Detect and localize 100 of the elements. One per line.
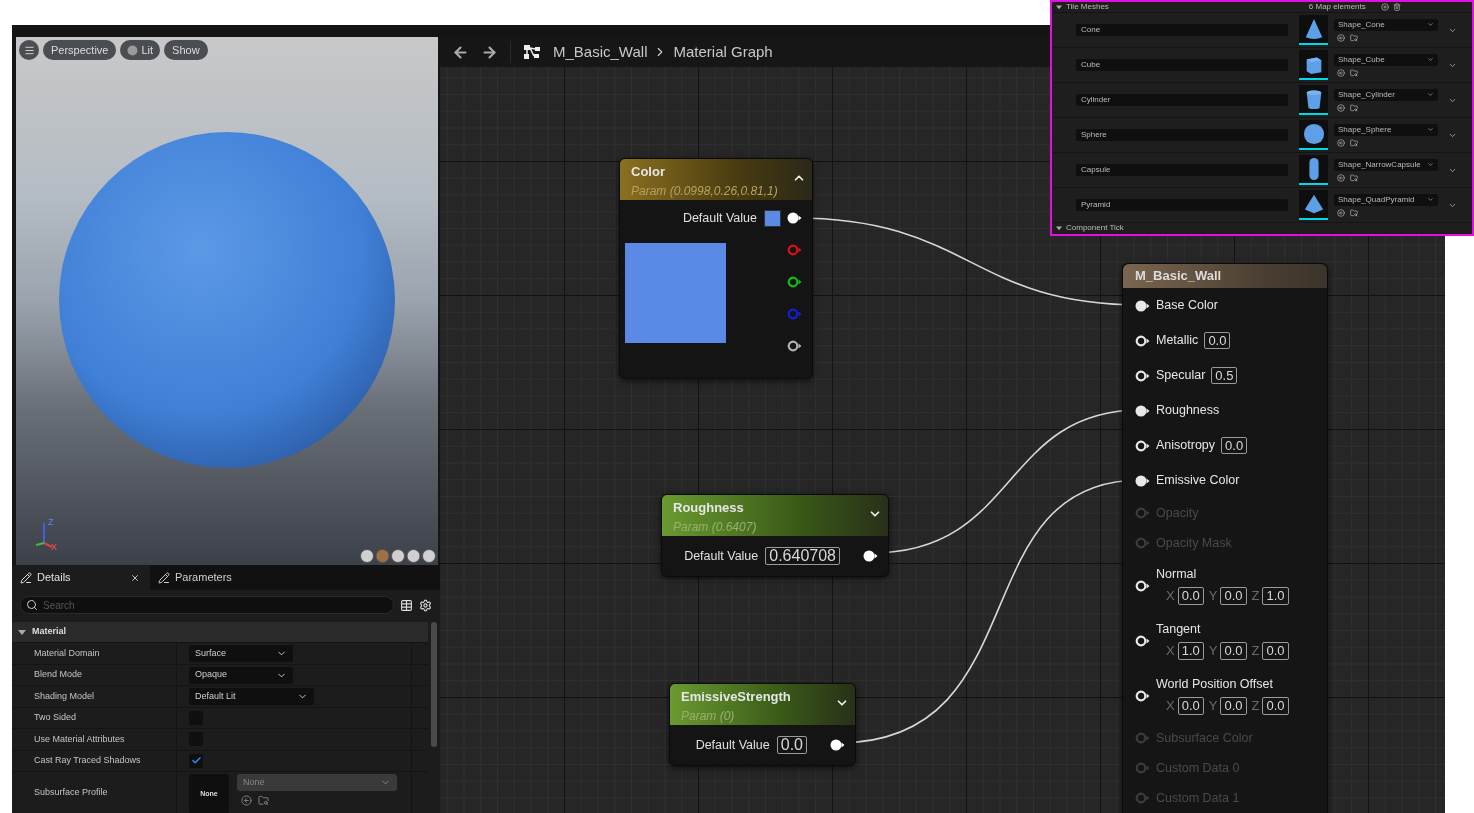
value-field[interactable]: 0.0	[776, 736, 807, 754]
menu-button[interactable]	[19, 40, 39, 60]
pin-icon[interactable]	[863, 550, 878, 562]
browse-folder-icon[interactable]	[1350, 68, 1358, 77]
browse-folder-icon[interactable]	[1350, 33, 1358, 42]
input-label: Specular	[1156, 367, 1206, 385]
asset-dropdown[interactable]: Shape_Cone	[1334, 18, 1438, 31]
scrollbar[interactable]	[431, 622, 437, 747]
key-field[interactable]: Cube	[1076, 59, 1288, 71]
shading-balls-icon[interactable]	[360, 549, 436, 563]
dropdown[interactable]: Opaque	[189, 666, 293, 684]
property-label: Material Domain	[34, 646, 100, 660]
checkbox[interactable]	[189, 753, 203, 768]
value-field[interactable]: 1.0	[1262, 586, 1289, 605]
dropdown-value: Surface	[195, 646, 227, 660]
pin-icon[interactable]	[1135, 439, 1150, 452]
parameter-node[interactable]: Roughness Param (0.6407) Default Value 0.640708	[661, 494, 889, 577]
asset-dropdown[interactable]: Shape_Sphere	[1334, 123, 1438, 136]
dropdown[interactable]: Default Lit	[189, 687, 314, 705]
asset-dropdown[interactable]: Shape_QuadPyramid	[1334, 193, 1438, 206]
color-swatch[interactable]	[764, 209, 781, 227]
pin-icon[interactable]	[1135, 689, 1150, 702]
value-field[interactable]: 0.0	[1177, 696, 1204, 715]
use-selected-icon[interactable]	[1337, 208, 1345, 217]
parameter-node[interactable]: Color Param (0.0998,0.26,0.81,1) Default Value	[619, 158, 813, 379]
asset-name: Shape_NarrowCapsule	[1338, 158, 1421, 171]
pin-icon[interactable]	[1135, 474, 1150, 487]
use-selected-icon[interactable]	[1337, 173, 1345, 182]
key-field[interactable]: Pyramid	[1076, 199, 1288, 211]
parameter-node[interactable]: EmissiveStrength Param (0) Default Value 0.0	[669, 683, 856, 766]
close-icon[interactable]	[130, 572, 140, 583]
value-field[interactable]: 0.5	[1211, 366, 1238, 384]
asset-name: Shape_Cylinder	[1338, 88, 1395, 101]
pin-icon[interactable]	[787, 340, 802, 352]
value-field[interactable]: 0.0	[1220, 586, 1247, 605]
browse-folder-icon[interactable]	[1350, 103, 1358, 112]
use-selected-icon[interactable]	[241, 794, 252, 806]
key-field[interactable]: Cone	[1076, 24, 1288, 36]
breadcrumb-item[interactable]: M_Basic_Wall	[553, 40, 648, 64]
delete-icon[interactable]	[1392, 3, 1401, 11]
value-field[interactable]: 0.0	[1220, 641, 1247, 660]
pin-icon[interactable]	[1135, 634, 1150, 647]
graph-canvas[interactable]	[440, 37, 1445, 813]
browse-folder-icon[interactable]	[1350, 138, 1358, 147]
panel-tab[interactable]: Details	[12, 565, 150, 590]
value-field[interactable]: 0.0	[1220, 696, 1247, 715]
asset-dropdown[interactable]: Shape_NarrowCapsule	[1334, 158, 1438, 171]
mesh-thumbnail[interactable]	[1299, 190, 1328, 220]
settings-icon[interactable]	[419, 598, 432, 612]
key-field[interactable]: Sphere	[1076, 129, 1288, 141]
browse-folder-icon[interactable]	[1350, 208, 1358, 217]
input-label: Tangent	[1156, 621, 1202, 639]
use-selected-icon[interactable]	[1337, 103, 1345, 112]
use-selected-icon[interactable]	[1337, 68, 1345, 77]
pin-icon[interactable]	[1135, 579, 1150, 592]
property-label: Use Material Attributes	[34, 732, 125, 746]
viewport-button[interactable]: Perspective	[43, 40, 117, 60]
mesh-thumbnail[interactable]	[1299, 50, 1328, 80]
value-field[interactable]: 0.640708	[765, 547, 840, 565]
asset-dropdown[interactable]: Shape_Cube	[1334, 53, 1438, 66]
axis-label: X	[1166, 697, 1175, 716]
mesh-thumbnail[interactable]	[1299, 15, 1328, 45]
value-field[interactable]: 0.0	[1262, 641, 1289, 660]
breadcrumb-item[interactable]: Material Graph	[673, 40, 773, 64]
browse-folder-icon[interactable]	[1350, 173, 1358, 182]
mesh-thumbnail[interactable]	[1299, 85, 1328, 115]
asset-dropdown[interactable]: Shape_Cylinder	[1334, 88, 1438, 101]
add-icon[interactable]	[1380, 3, 1389, 11]
table-icon[interactable]	[400, 598, 413, 612]
property-label: Subsurface Profile	[34, 785, 108, 799]
browse-folder-icon[interactable]	[258, 794, 269, 806]
value-field[interactable]: 1.0	[1177, 641, 1204, 660]
pin-icon[interactable]	[1135, 334, 1150, 347]
key-field[interactable]: Capsule	[1076, 164, 1288, 176]
node-title: Color	[631, 163, 665, 181]
material-node[interactable]	[1122, 263, 1328, 813]
lit-button[interactable]: Lit	[120, 40, 161, 60]
dropdown[interactable]: Surface	[189, 645, 293, 663]
use-selected-icon[interactable]	[1337, 33, 1345, 42]
value-field[interactable]: 0.0	[1177, 586, 1204, 605]
key-field[interactable]: Cylinder	[1076, 94, 1288, 106]
pin-icon[interactable]	[1135, 299, 1150, 312]
mesh-thumbnail[interactable]	[1299, 120, 1328, 150]
section-header[interactable]: Material	[12, 622, 428, 643]
value-field[interactable]: 0.0	[1204, 331, 1231, 349]
viewport-button[interactable]: Show	[164, 40, 208, 60]
pin-icon[interactable]	[1135, 404, 1150, 417]
pin-icon[interactable]	[787, 212, 802, 224]
pin-icon[interactable]	[830, 739, 845, 751]
use-selected-icon[interactable]	[1337, 138, 1345, 147]
asset-name: Shape_QuadPyramid	[1338, 193, 1415, 206]
value-field[interactable]: 0.0	[1221, 436, 1248, 454]
pin-icon[interactable]	[787, 276, 802, 288]
mesh-thumbnail[interactable]	[1299, 155, 1328, 185]
chevron-icon	[1427, 21, 1434, 28]
input-label: World Position Offset	[1156, 676, 1274, 694]
search-field[interactable]: Search	[20, 596, 394, 614]
asset-name: Shape_Sphere	[1338, 123, 1392, 136]
value-field[interactable]: 0.0	[1262, 696, 1289, 715]
pin-icon[interactable]	[1135, 369, 1150, 382]
